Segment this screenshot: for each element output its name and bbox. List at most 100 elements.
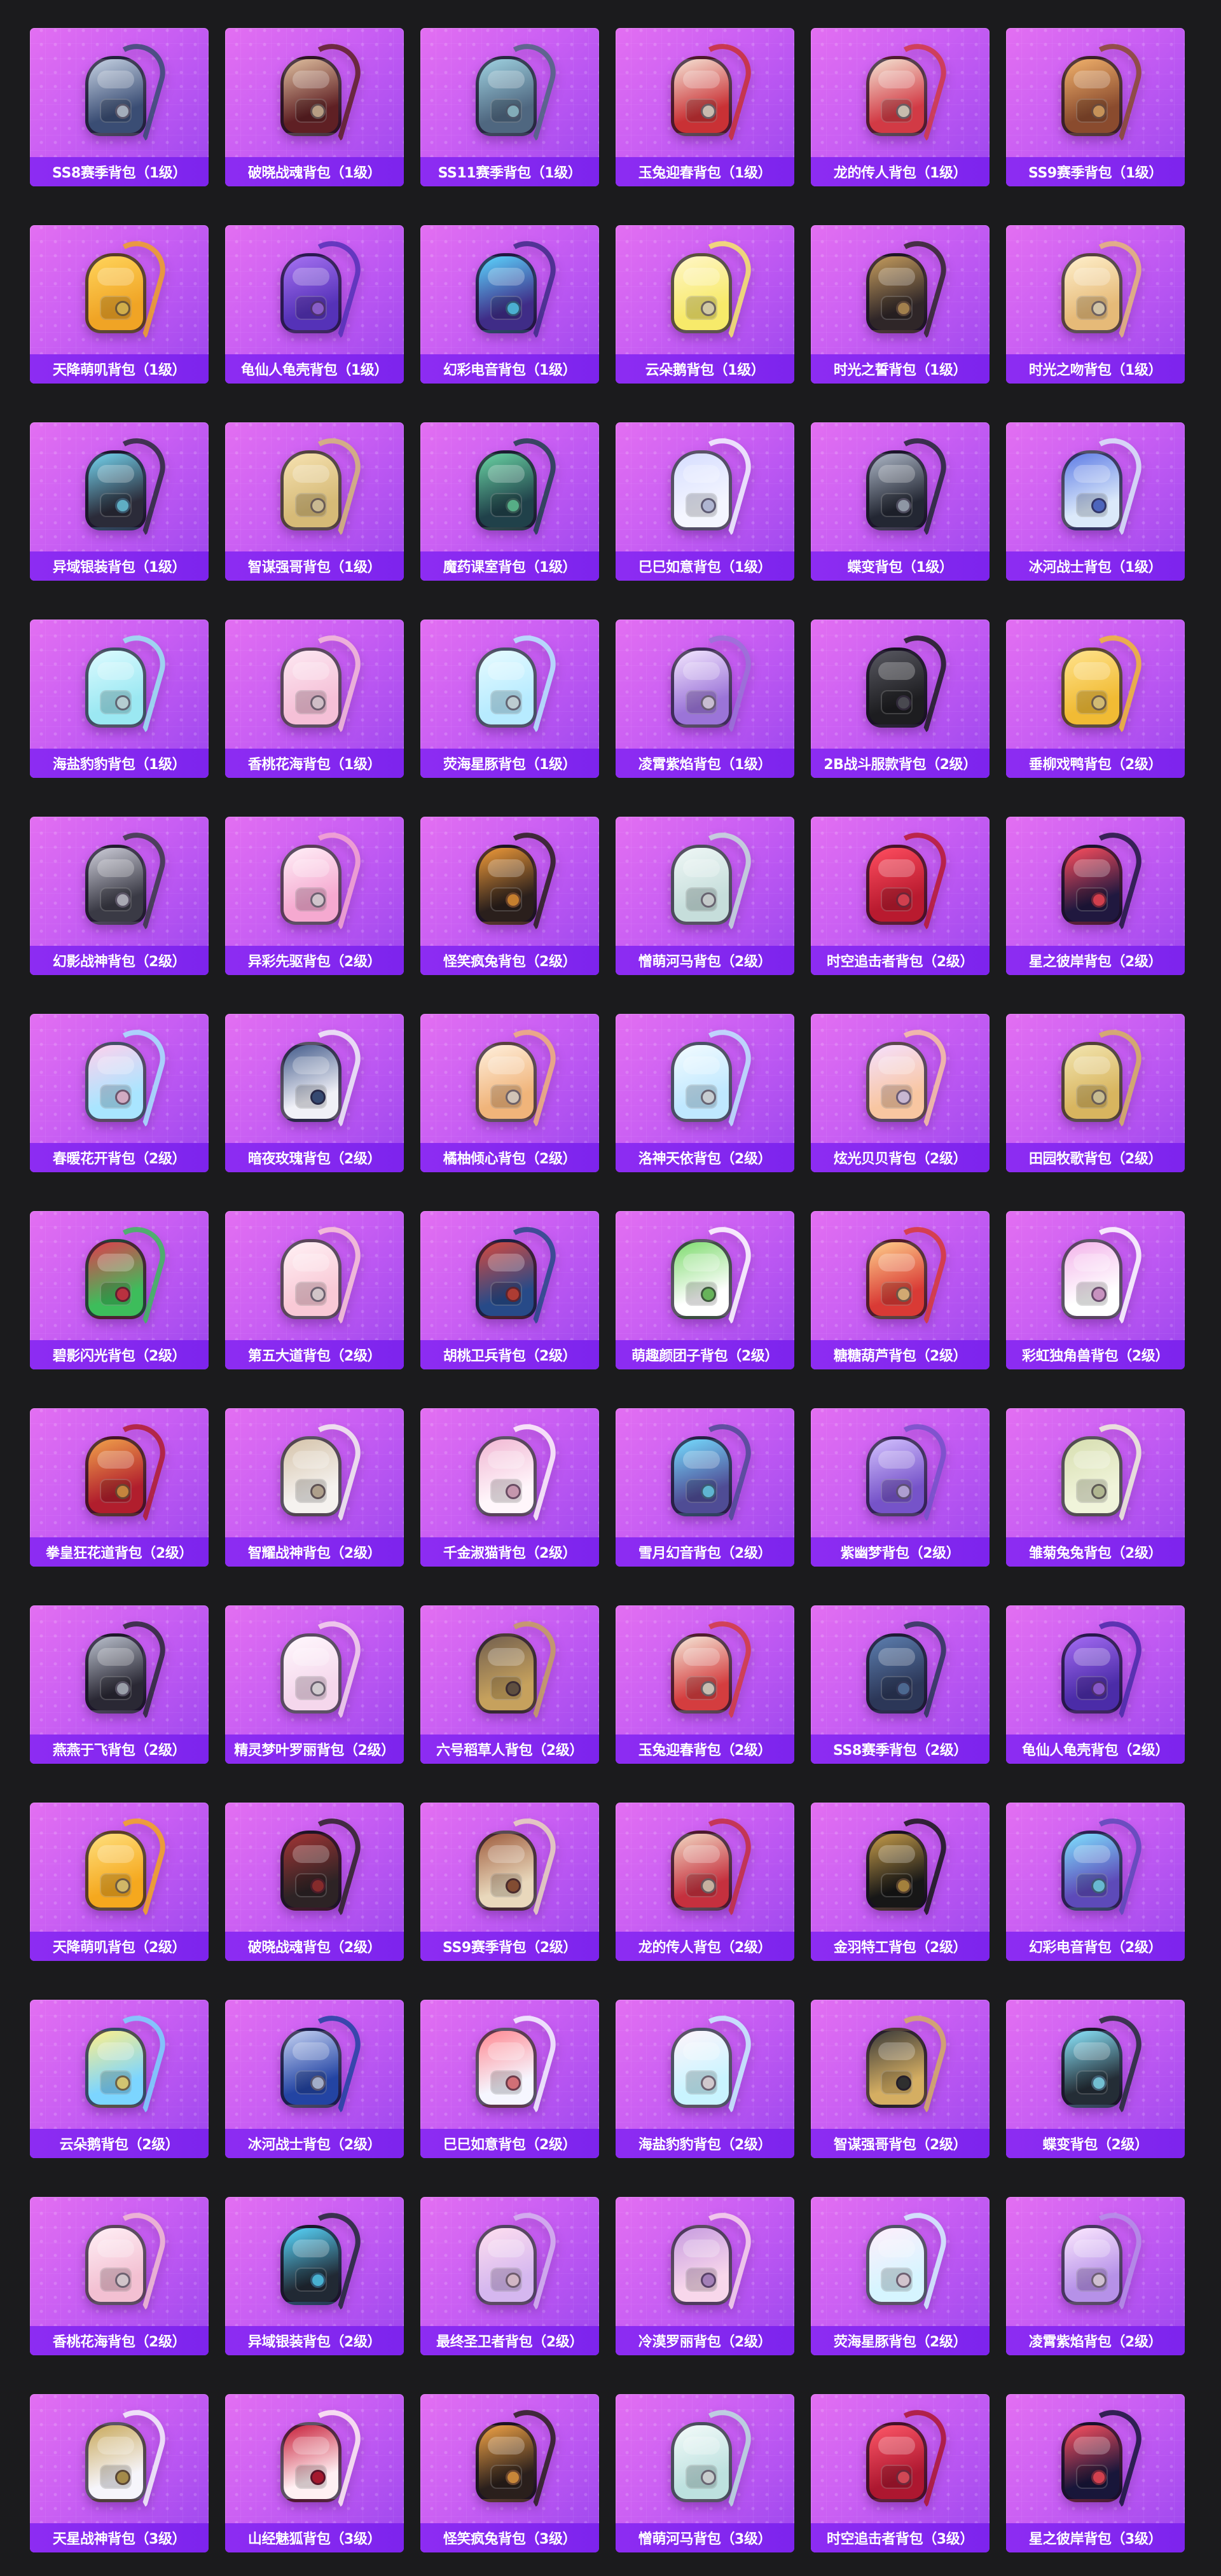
backpack-card[interactable]: 暗夜玫瑰背包（2级） — [225, 1014, 404, 1172]
backpack-card[interactable]: 云朵鹅背包（1级） — [616, 225, 794, 384]
backpack-card[interactable]: 金羽特工背包（2级） — [811, 1803, 990, 1961]
backpack-card[interactable]: 萌趣颜团子背包（2级） — [616, 1211, 794, 1369]
backpack-card[interactable]: 燕燕于飞背包（2级） — [30, 1605, 209, 1764]
backpack-accent — [700, 2273, 716, 2288]
backpack-card[interactable]: 异彩先驱背包（2级） — [225, 817, 404, 975]
backpack-icon — [466, 2009, 562, 2122]
backpack-card[interactable]: 垂柳戏鸭背包（2级） — [1006, 620, 1185, 778]
backpack-card[interactable]: 春暖花开背包（2级） — [30, 1014, 209, 1172]
backpack-card[interactable]: 玉兔迎春背包（1级） — [616, 28, 794, 186]
backpack-card[interactable]: 海盐豹豹背包（2级） — [616, 2000, 794, 2158]
backpack-card[interactable]: 幻影战神背包（2级） — [30, 817, 209, 975]
backpack-card[interactable]: 最终圣卫者背包（2级） — [420, 2197, 599, 2355]
backpack-card[interactable]: 智谋强哥背包（2级） — [811, 2000, 990, 2158]
backpack-card[interactable]: 拳皇狂花道背包（2级） — [30, 1408, 209, 1567]
backpack-accent — [114, 104, 130, 119]
backpack-card[interactable]: 异域银装背包（1级） — [30, 422, 209, 581]
backpack-card[interactable]: 2B战斗服款背包（2级） — [811, 620, 990, 778]
backpack-accent — [310, 2075, 326, 2091]
backpack-card[interactable]: 海盐豹豹背包（1级） — [30, 620, 209, 778]
backpack-card[interactable]: 蝶变背包（1级） — [811, 422, 990, 581]
backpack-card[interactable]: SS9赛季背包（1级） — [1006, 28, 1185, 186]
backpack-card[interactable]: 龟仙人龟壳背包（2级） — [1006, 1605, 1185, 1764]
backpack-label-bar: 云朵鹅背包（2级） — [30, 2129, 209, 2158]
backpack-card[interactable]: 天星战神背包（3级） — [30, 2394, 209, 2552]
backpack-label-bar: 冰河战士背包（2级） — [225, 2129, 404, 2158]
backpack-card[interactable]: 田园牧歌背包（2级） — [1006, 1014, 1185, 1172]
backpack-card[interactable]: 冰河战士背包（2级） — [225, 2000, 404, 2158]
backpack-card[interactable]: 荧海星豚背包（2级） — [811, 2197, 990, 2355]
backpack-card[interactable]: 巳巳如意背包（1级） — [616, 422, 794, 581]
backpack-card[interactable]: 星之彼岸背包（2级） — [1006, 817, 1185, 975]
backpack-card[interactable]: 怪笑疯兔背包（2级） — [420, 817, 599, 975]
backpack-card[interactable]: 智谋强哥背包（1级） — [225, 422, 404, 581]
backpack-card[interactable]: 凌霄紫焰背包（1级） — [616, 620, 794, 778]
backpack-card[interactable]: 胡桃卫兵背包（2级） — [420, 1211, 599, 1369]
backpack-card[interactable]: 龙的传人背包（2级） — [616, 1803, 794, 1961]
backpack-card[interactable]: 时空追击者背包（3级） — [811, 2394, 990, 2552]
backpack-card[interactable]: SS9赛季背包（2级） — [420, 1803, 599, 1961]
backpack-card[interactable]: 幻彩电音背包（2级） — [1006, 1803, 1185, 1961]
backpack-card[interactable]: 洛神天依背包（2级） — [616, 1014, 794, 1172]
backpack-icon — [1051, 2403, 1148, 2516]
backpack-icon — [856, 1023, 953, 1136]
backpack-card[interactable]: 六号稻草人背包（2级） — [420, 1605, 599, 1764]
backpack-card[interactable]: SS8赛季背包（1级） — [30, 28, 209, 186]
backpack-card[interactable]: 天降萌叽背包（1级） — [30, 225, 209, 384]
backpack-card[interactable]: 憎萌河马背包（3级） — [616, 2394, 794, 2552]
backpack-label-bar: 破晓战魂背包（1级） — [225, 157, 404, 186]
backpack-card[interactable]: 雪月幻音背包（2级） — [616, 1408, 794, 1567]
backpack-card[interactable]: 玉兔迎春背包（2级） — [616, 1605, 794, 1764]
backpack-body — [866, 253, 927, 333]
backpack-card[interactable]: 星之彼岸背包（3级） — [1006, 2394, 1185, 2552]
backpack-card[interactable]: 荧海星豚背包（1级） — [420, 620, 599, 778]
backpack-label-bar: 时空追击者背包（3级） — [811, 2523, 990, 2552]
backpack-card[interactable]: 憎萌河马背包（2级） — [616, 817, 794, 975]
backpack-card[interactable]: 破晓战魂背包（2级） — [225, 1803, 404, 1961]
backpack-card[interactable]: 蝶变背包（2级） — [1006, 2000, 1185, 2158]
backpack-card[interactable]: 糖糖葫芦背包（2级） — [811, 1211, 990, 1369]
backpack-card[interactable]: 云朵鹅背包（2级） — [30, 2000, 209, 2158]
backpack-card[interactable]: 龟仙人龟壳背包（1级） — [225, 225, 404, 384]
backpack-card[interactable]: SS11赛季背包（1级） — [420, 28, 599, 186]
backpack-card[interactable]: 怪笑疯兔背包（3级） — [420, 2394, 599, 2552]
backpack-card[interactable]: 雏菊兔兔背包（2级） — [1006, 1408, 1185, 1567]
backpack-card[interactable]: 幻彩电音背包（1级） — [420, 225, 599, 384]
backpack-card[interactable]: 第五大道背包（2级） — [225, 1211, 404, 1369]
backpack-card[interactable]: 冰河战士背包（1级） — [1006, 422, 1185, 581]
backpack-card[interactable]: 彩虹独角兽背包（2级） — [1006, 1211, 1185, 1369]
backpack-accent — [505, 1287, 521, 1302]
backpack-name: 冰河战士背包（1级） — [1028, 560, 1162, 576]
backpack-body — [475, 1831, 537, 1911]
backpack-accent — [114, 1681, 130, 1696]
backpack-card[interactable]: 碧影闪光背包（2级） — [30, 1211, 209, 1369]
backpack-card[interactable]: 冷漠罗丽背包（2级） — [616, 2197, 794, 2355]
backpack-card[interactable]: 魔药课室背包（1级） — [420, 422, 599, 581]
backpack-card[interactable]: 异域银装背包（2级） — [225, 2197, 404, 2355]
backpack-card[interactable]: 凌霄紫焰背包（2级） — [1006, 2197, 1185, 2355]
backpack-label-bar: SS8赛季背包（2级） — [811, 1735, 990, 1764]
backpack-card[interactable]: 时光之吻背包（1级） — [1006, 225, 1185, 384]
backpack-card[interactable]: 橘柚倾心背包（2级） — [420, 1014, 599, 1172]
backpack-label-bar: 海盐豹豹背包（1级） — [30, 749, 209, 778]
backpack-card[interactable]: 智耀战神背包（2级） — [225, 1408, 404, 1567]
backpack-card[interactable]: 时光之誓背包（1级） — [811, 225, 990, 384]
backpack-card[interactable]: 巳巳如意背包（2级） — [420, 2000, 599, 2158]
backpack-card[interactable]: 千金淑猫背包（2级） — [420, 1408, 599, 1567]
backpack-card[interactable]: 时空追击者背包（2级） — [811, 817, 990, 975]
backpack-card[interactable]: 天降萌叽背包（2级） — [30, 1803, 209, 1961]
backpack-card[interactable]: 香桃花海背包（2级） — [30, 2197, 209, 2355]
backpack-label-bar: 幻影战神背包（2级） — [30, 946, 209, 975]
backpack-card[interactable]: 香桃花海背包（1级） — [225, 620, 404, 778]
backpack-card[interactable]: 龙的传人背包（1级） — [811, 28, 990, 186]
backpack-card[interactable]: 精灵梦叶罗丽背包（2级） — [225, 1605, 404, 1764]
backpack-card[interactable]: 山经魅狐背包（3级） — [225, 2394, 404, 2552]
backpack-accent — [700, 1681, 716, 1696]
backpack-name: 异彩先驱背包（2级） — [247, 954, 382, 970]
backpack-label-bar: 巳巳如意背包（2级） — [420, 2129, 599, 2158]
backpack-label-bar: 巳巳如意背包（1级） — [616, 551, 794, 581]
backpack-card[interactable]: 破晓战魂背包（1级） — [225, 28, 404, 186]
backpack-card[interactable]: 紫幽梦背包（2级） — [811, 1408, 990, 1567]
backpack-card[interactable]: 炫光贝贝背包（2级） — [811, 1014, 990, 1172]
backpack-card[interactable]: SS8赛季背包（2级） — [811, 1605, 990, 1764]
